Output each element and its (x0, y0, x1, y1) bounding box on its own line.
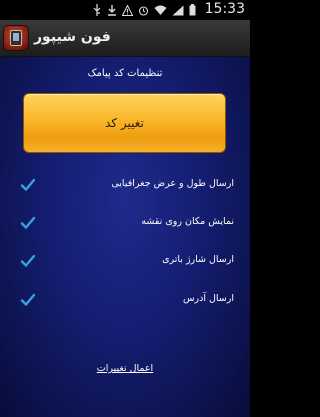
section-title: تنظیمات کد پیامک (87, 68, 163, 79)
battery-icon (189, 4, 196, 16)
option-show-map[interactable]: نمایش مکان روی نقشه (14, 212, 236, 234)
option-label: نمایش مکان روی نقشه (141, 216, 234, 227)
option-label: ارسال طول و عرض جغرافیایی (111, 178, 234, 189)
app-title: فون شیپور (34, 29, 111, 45)
option-label: ارسال شارژ باتری (162, 254, 234, 265)
usb-icon (93, 4, 101, 16)
change-code-button[interactable]: تغییر کد (23, 93, 226, 153)
option-send-battery[interactable]: ارسال شارژ باتری (14, 250, 236, 272)
apply-changes-link-row: اعمال تغییرات (0, 363, 250, 374)
settings-panel: تنظیمات کد پیامک تغییر کد ارسال طول و عر… (0, 57, 250, 417)
checkmark-icon[interactable] (20, 292, 36, 308)
wifi-icon (154, 5, 167, 15)
action-bar: فون شیپور (0, 20, 250, 57)
apply-changes-link[interactable]: اعمال تغییرات (97, 363, 153, 374)
option-send-address[interactable]: ارسال آدرس (14, 289, 236, 311)
option-label: ارسال آدرس (182, 293, 234, 304)
checkmark-icon[interactable] (20, 215, 36, 231)
change-code-label: تغییر کد (105, 116, 144, 130)
checkmark-icon[interactable] (20, 253, 36, 269)
download-icon (108, 5, 116, 16)
status-clock: 15:33 (204, 1, 245, 17)
checkmark-icon[interactable] (20, 177, 36, 193)
status-bar: 15:33 (0, 0, 250, 20)
status-icons (92, 3, 196, 17)
app-phone-icon[interactable] (4, 26, 28, 50)
signal-icon (172, 5, 184, 15)
option-send-coordinates[interactable]: ارسال طول و عرض جغرافیایی (14, 174, 236, 196)
warning-icon (122, 4, 133, 16)
alarm-icon (138, 5, 149, 16)
